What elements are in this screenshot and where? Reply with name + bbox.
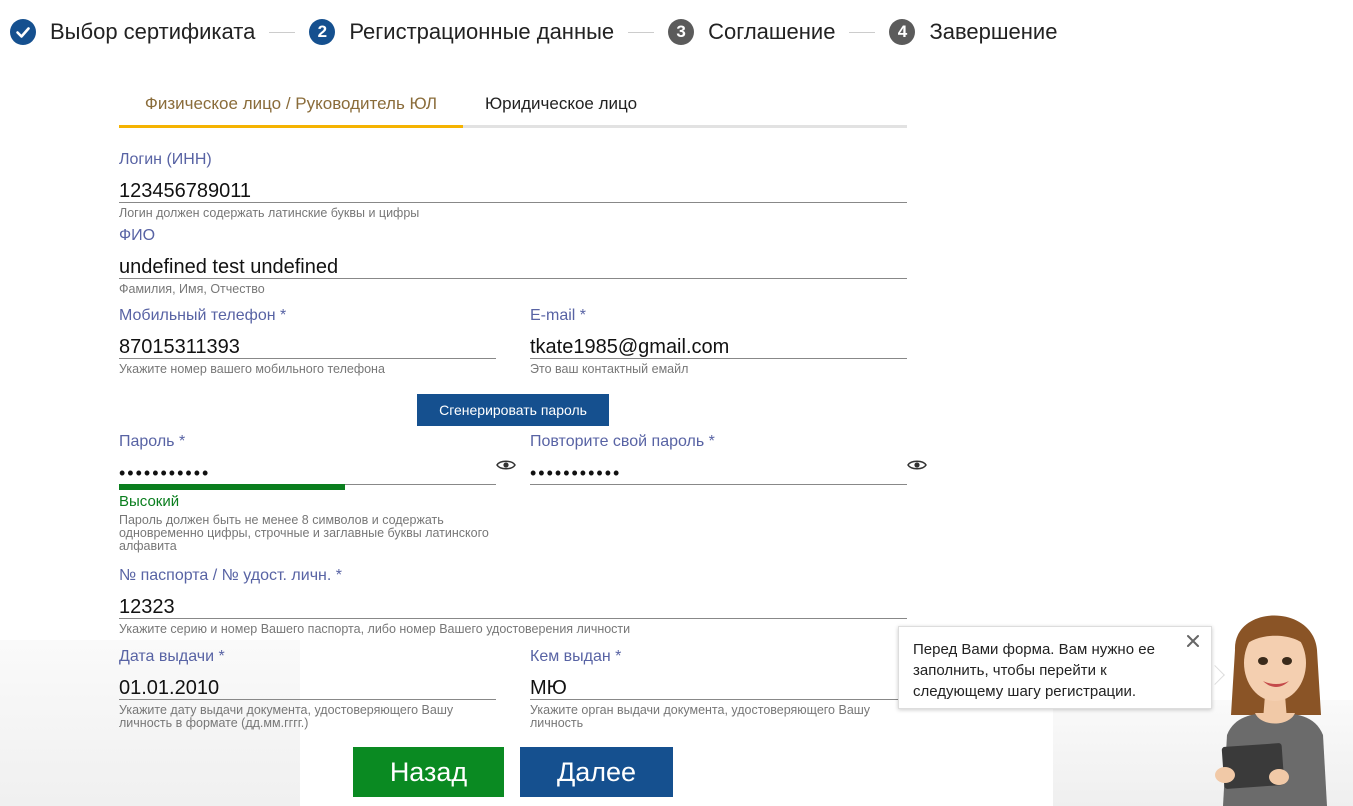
passport-hint: Укажите серию и номер Вашего паспорта, л… xyxy=(119,622,631,636)
email-label: E-mail * xyxy=(530,307,587,324)
phone-field-group: Мобильный телефон * 87015311393 Укажите … xyxy=(119,307,496,376)
phone-hint: Укажите номер вашего мобильного телефона xyxy=(119,362,385,376)
step-divider xyxy=(269,31,296,33)
tab-individual[interactable]: Физическое лицо / Руководитель ЮЛ xyxy=(119,82,463,128)
password-field-group: Пароль * ••••••••••• xyxy=(119,433,496,485)
assistant-tooltip: Перед Вами форма. Вам нужно ее заполнить… xyxy=(898,626,1212,709)
step-certificate: Выбор сертификата xyxy=(10,19,255,45)
step-number: 3 xyxy=(668,19,695,45)
password-hint: Пароль должен быть не менее 8 символов и… xyxy=(119,513,489,553)
tooltip-text: Перед Вами форма. Вам нужно ее заполнить… xyxy=(913,641,1155,700)
fio-input[interactable]: undefined test undefined xyxy=(119,247,907,279)
back-button[interactable]: Назад xyxy=(353,747,504,797)
password-repeat-input[interactable]: ••••••••••• xyxy=(530,453,907,485)
eye-icon[interactable] xyxy=(907,458,927,472)
passport-input[interactable]: 12323 xyxy=(119,587,907,619)
issued-by-hint: Укажите орган выдачи документа, удостове… xyxy=(530,703,871,730)
step-divider xyxy=(849,31,876,33)
fio-hint: Фамилия, Имя, Отчество xyxy=(119,282,265,296)
password-input[interactable]: ••••••••••• xyxy=(119,453,496,485)
step-label: Завершение xyxy=(929,19,1058,44)
step-label: Выбор сертификата xyxy=(50,19,256,44)
login-label: Логин (ИНН) xyxy=(119,151,212,168)
next-button[interactable]: Далее xyxy=(520,747,673,797)
step-number: 2 xyxy=(309,19,336,45)
registration-stepper: Выбор сертификата 2 Регистрационные данн… xyxy=(10,18,1057,46)
password-strength-label: Высокий xyxy=(119,493,180,510)
assistant-avatar xyxy=(1215,615,1327,806)
eye-icon[interactable] xyxy=(496,458,516,472)
issued-by-label: Кем выдан * xyxy=(530,648,622,665)
email-hint: Это ваш контактный емайл xyxy=(530,362,689,376)
issue-date-field-group: Дата выдачи * 01.01.2010 Укажите дату вы… xyxy=(119,648,496,730)
issue-date-label: Дата выдачи * xyxy=(119,648,225,665)
fio-label: ФИО xyxy=(119,227,156,244)
step-label: Регистрационные данные xyxy=(349,19,615,44)
issued-by-input[interactable]: МЮ xyxy=(530,668,907,700)
password-strength-bar xyxy=(119,484,345,490)
step-number: 4 xyxy=(889,19,916,45)
password-label: Пароль * xyxy=(119,433,186,450)
login-hint: Логин должен содержать латинские буквы и… xyxy=(119,206,420,220)
person-type-tabs: Физическое лицо / Руководитель ЮЛ Юридич… xyxy=(119,82,907,128)
issue-date-hint: Укажите дату выдачи документа, удостовер… xyxy=(119,703,454,730)
phone-input[interactable]: 87015311393 xyxy=(119,327,496,359)
tab-legal-entity[interactable]: Юридическое лицо xyxy=(485,82,637,128)
password-repeat-label: Повторите свой пароль * xyxy=(530,433,715,450)
email-field-group: E-mail * tkate1985@gmail.com Это ваш кон… xyxy=(530,307,907,376)
passport-label: № паспорта / № удост. личн. * xyxy=(119,567,342,584)
step-divider xyxy=(628,31,655,33)
fio-field-group: ФИО undefined test undefined Фамилия, Им… xyxy=(119,227,907,296)
login-field-group: Логин (ИНН) 123456789011 Логин должен со… xyxy=(119,151,907,220)
generate-password-button[interactable]: Сгенерировать пароль xyxy=(417,394,609,426)
step-agreement: 3 Соглашение xyxy=(668,19,835,45)
issue-date-input[interactable]: 01.01.2010 xyxy=(119,668,496,700)
check-icon xyxy=(10,19,36,45)
login-input[interactable]: 123456789011 xyxy=(119,171,907,203)
phone-label: Мобильный телефон * xyxy=(119,307,287,324)
step-completion: 4 Завершение xyxy=(889,19,1057,45)
step-label: Соглашение xyxy=(708,19,836,44)
registration-page: Выбор сертификата 2 Регистрационные данн… xyxy=(0,0,1353,806)
step-registration-data: 2 Регистрационные данные xyxy=(309,19,614,45)
email-input[interactable]: tkate1985@gmail.com xyxy=(530,327,907,359)
issued-by-field-group: Кем выдан * МЮ Укажите орган выдачи доку… xyxy=(530,648,907,730)
passport-field-group: № паспорта / № удост. личн. * 12323 Укаж… xyxy=(119,567,907,636)
password-repeat-field-group: Повторите свой пароль * ••••••••••• xyxy=(530,433,907,485)
